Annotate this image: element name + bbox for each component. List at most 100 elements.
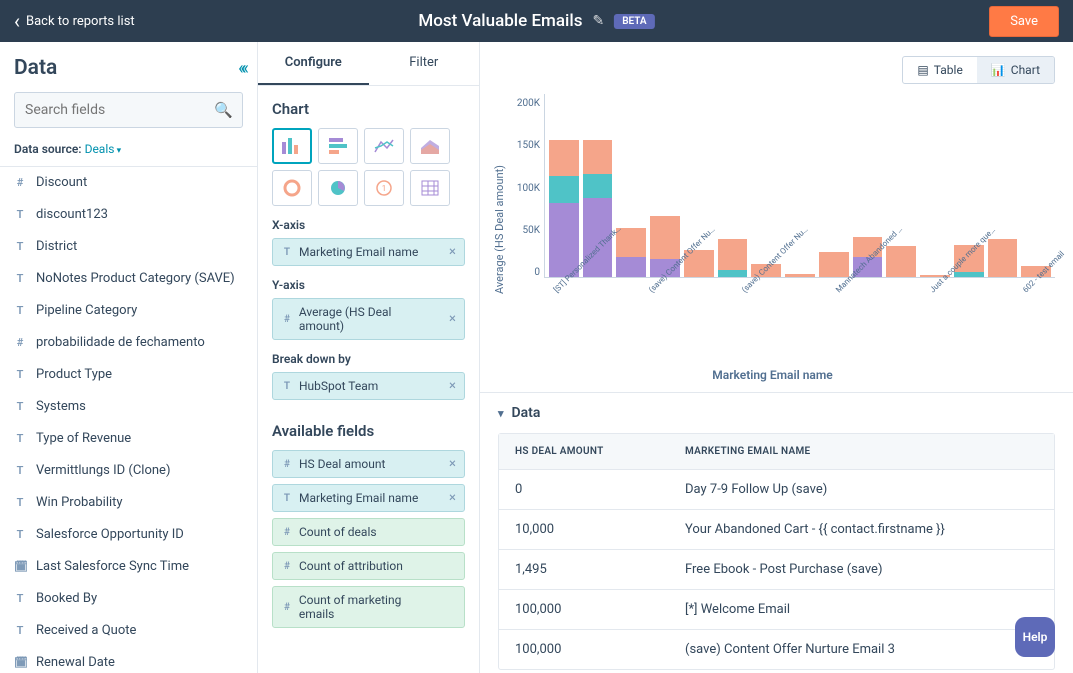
available-field-chip[interactable]: #Count of attribution xyxy=(272,552,465,580)
y-tick: 200K xyxy=(517,98,540,109)
bar[interactable] xyxy=(549,140,579,277)
bar[interactable] xyxy=(718,239,748,277)
field-item[interactable]: TPipeline Category xyxy=(0,295,257,327)
field-type-icon: T xyxy=(14,240,26,253)
x-axis-chip[interactable]: T Marketing Email name × xyxy=(272,238,465,266)
field-item[interactable]: TType of Revenue xyxy=(0,423,257,455)
field-type-icon: # xyxy=(14,176,26,189)
field-type-icon: T xyxy=(14,208,26,221)
search-fields-input[interactable] xyxy=(14,92,243,128)
field-item[interactable]: TBooked By xyxy=(0,583,257,615)
field-item[interactable]: TProduct Type xyxy=(0,359,257,391)
data-panel: Data «« 🔍 Data source: Deals #DiscountTd… xyxy=(0,42,258,673)
table-icon: ▤ xyxy=(917,63,928,77)
data-section-toggle[interactable]: ▾ Data xyxy=(480,393,1073,433)
field-type-icon: T xyxy=(14,432,26,445)
x-axis-title: Marketing Email name xyxy=(490,368,1055,382)
remove-chip-icon[interactable]: × xyxy=(449,245,456,260)
chevron-left-icon xyxy=(14,11,20,32)
breakdown-label: Break down by xyxy=(272,352,465,366)
available-fields-title: Available fields xyxy=(272,422,465,440)
tab-configure[interactable]: Configure xyxy=(258,42,369,85)
bar[interactable] xyxy=(785,274,815,277)
chart-bars xyxy=(544,94,1055,278)
tab-filter[interactable]: Filter xyxy=(369,42,480,85)
edit-title-icon[interactable] xyxy=(592,13,604,29)
table-header-email[interactable]: MARKETING EMAIL NAME xyxy=(669,434,1054,469)
available-field-chip[interactable]: #Count of marketing emails xyxy=(272,586,465,628)
chart-type-pie[interactable] xyxy=(318,170,358,206)
field-type-icon: T xyxy=(14,496,26,509)
back-to-reports-link[interactable]: Back to reports list xyxy=(14,11,135,32)
chart-area: Average (HS Deal amount) 200K150K100K50K… xyxy=(480,94,1073,392)
chart-type-summary[interactable]: 1 xyxy=(364,170,404,206)
remove-chip-icon[interactable]: × xyxy=(449,379,456,394)
view-toggle: ▤ Table 📊 Chart xyxy=(902,56,1055,84)
field-type-icon: T xyxy=(14,304,26,317)
save-button[interactable]: Save xyxy=(989,6,1059,37)
field-item[interactable]: Renewal Date xyxy=(0,647,257,673)
field-item[interactable]: TDistrict xyxy=(0,231,257,263)
field-type-icon: T xyxy=(14,400,26,413)
bar[interactable] xyxy=(988,239,1018,277)
field-item[interactable]: Tdiscount123 xyxy=(0,199,257,231)
top-bar: Back to reports list Most Valuable Email… xyxy=(0,0,1073,42)
chart-type-vertical-bar[interactable] xyxy=(272,128,312,164)
bar[interactable] xyxy=(819,252,849,277)
available-field-chip[interactable]: TMarketing Email name× xyxy=(272,484,465,512)
collapse-panel-icon[interactable]: «« xyxy=(238,58,243,79)
y-axis-chip[interactable]: # Average (HS Deal amount) × xyxy=(272,298,465,340)
chart-type-donut[interactable] xyxy=(272,170,312,206)
chart-type-table[interactable] xyxy=(410,170,450,206)
help-button[interactable]: Help xyxy=(1015,617,1055,657)
remove-chip-icon[interactable]: × xyxy=(449,457,456,472)
chart-type-area[interactable] xyxy=(410,128,450,164)
chart-view-button[interactable]: 📊 Chart xyxy=(977,57,1054,83)
table-row[interactable]: 100,000[*] Welcome Email xyxy=(499,590,1054,630)
field-type-icon xyxy=(14,656,26,669)
remove-chip-icon[interactable]: × xyxy=(449,312,456,327)
field-item[interactable]: TSystems xyxy=(0,391,257,423)
bar[interactable] xyxy=(616,228,646,277)
chevron-down-icon: ▾ xyxy=(498,407,504,420)
beta-badge: BETA xyxy=(614,14,654,29)
field-type-icon: T xyxy=(14,528,26,541)
table-row[interactable]: 10,000Your Abandoned Cart - {{ contact.f… xyxy=(499,510,1054,550)
remove-chip-icon[interactable]: × xyxy=(449,491,456,506)
text-type-icon: T xyxy=(281,247,293,258)
table-row[interactable]: 1,495Free Ebook - Post Purchase (save) xyxy=(499,550,1054,590)
field-item[interactable]: TVermittlungs ID (Clone) xyxy=(0,455,257,487)
data-source-select[interactable]: Deals xyxy=(85,142,122,156)
field-item[interactable]: TSalesforce Opportunity ID xyxy=(0,519,257,551)
table-header-amount[interactable]: HS DEAL AMOUNT xyxy=(499,434,669,469)
field-item[interactable]: #probabilidade de fechamento xyxy=(0,327,257,359)
table-row[interactable]: 100,000(save) Content Offer Nurture Emai… xyxy=(499,630,1054,669)
back-label: Back to reports list xyxy=(26,14,135,29)
y-tick: 50K xyxy=(522,225,540,236)
search-icon[interactable]: 🔍 xyxy=(214,101,233,119)
chart-icon: 📊 xyxy=(991,63,1006,77)
text-type-icon: T xyxy=(281,381,293,392)
breakdown-chip[interactable]: T HubSpot Team × xyxy=(272,372,465,400)
field-item[interactable]: Last Salesforce Sync Time xyxy=(0,551,257,583)
y-axis-label: Y-axis xyxy=(272,278,465,292)
bar[interactable] xyxy=(886,246,916,277)
title-area: Most Valuable Emails BETA xyxy=(418,11,654,31)
field-item[interactable]: TNoNotes Product Category (SAVE) xyxy=(0,263,257,295)
table-row[interactable]: 0Day 7-9 Follow Up (save) xyxy=(499,470,1054,510)
chart-section-title: Chart xyxy=(272,100,465,118)
table-view-button[interactable]: ▤ Table xyxy=(903,57,976,83)
available-field-chip[interactable]: #HS Deal amount× xyxy=(272,450,465,478)
field-item[interactable]: TWin Probability xyxy=(0,487,257,519)
field-item[interactable]: TReceived a Quote xyxy=(0,615,257,647)
field-type-icon: T xyxy=(281,493,293,504)
field-type-icon: # xyxy=(281,459,293,470)
svg-text:1: 1 xyxy=(382,184,387,193)
y-tick: 150K xyxy=(517,140,540,151)
data-panel-title: Data xyxy=(14,56,57,80)
field-item[interactable]: #Discount xyxy=(0,167,257,199)
configure-panel: Configure Filter Chart xyxy=(258,42,480,673)
chart-type-line[interactable] xyxy=(364,128,404,164)
chart-type-horizontal-bar[interactable] xyxy=(318,128,358,164)
available-field-chip[interactable]: #Count of deals xyxy=(272,518,465,546)
